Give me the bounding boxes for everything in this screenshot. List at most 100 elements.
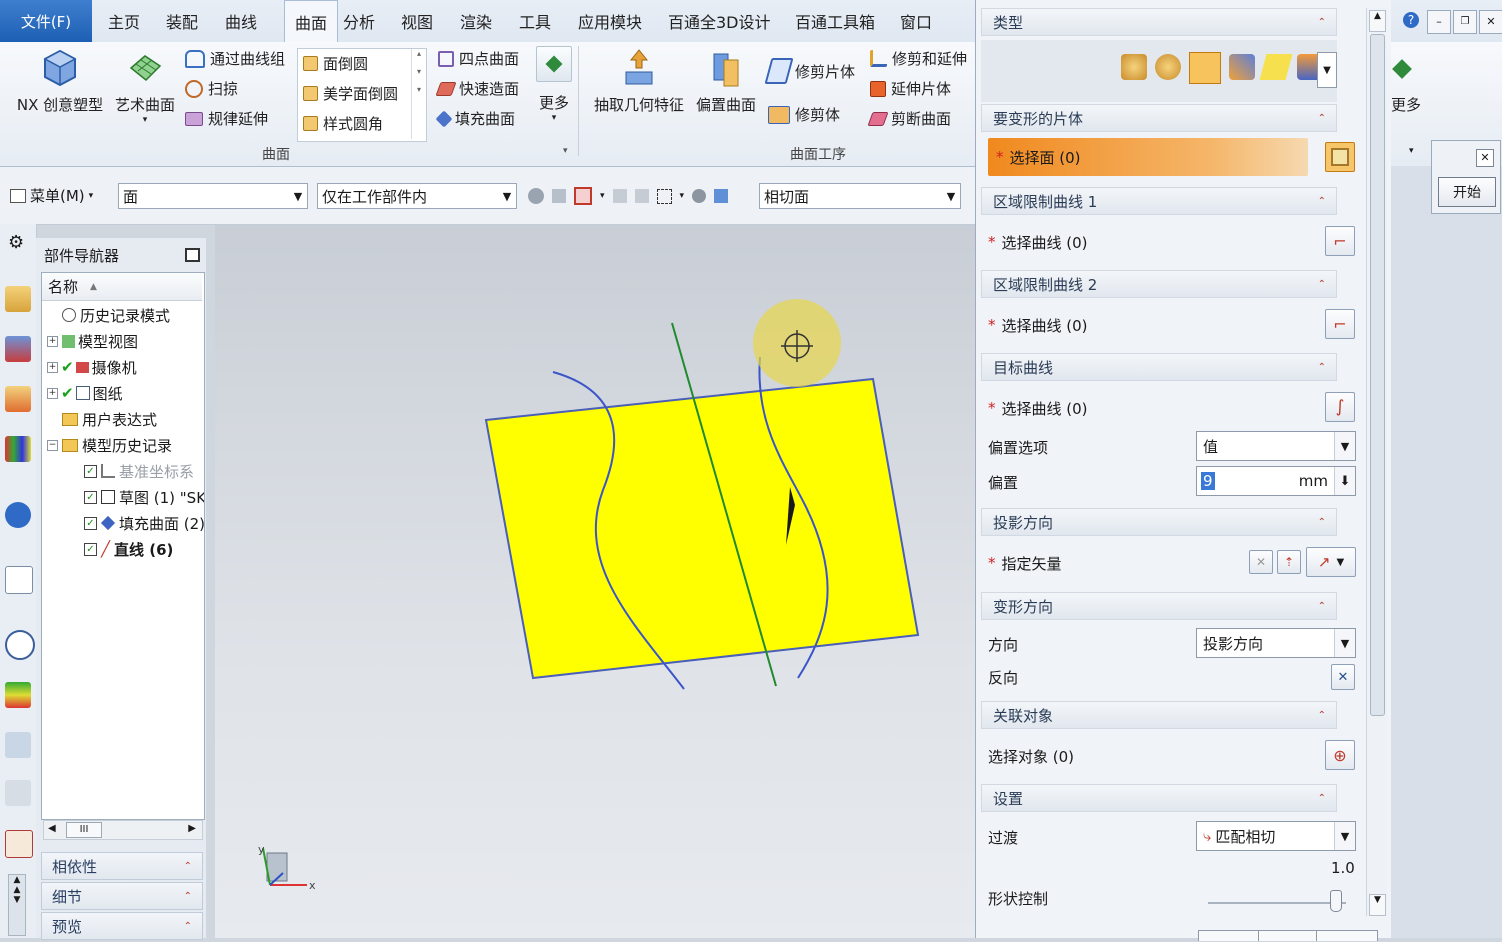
- shape-slider-thumb[interactable]: [1330, 890, 1342, 912]
- process-studio-icon[interactable]: [5, 732, 31, 758]
- strip-scroll[interactable]: ▲ ▲ ▼: [8, 874, 26, 936]
- aesthetic-blend-button[interactable]: 美学面倒圆: [303, 83, 398, 104]
- direction-select[interactable]: 投影方向 ▼: [1196, 628, 1356, 658]
- object-selector-button[interactable]: ⊕: [1325, 740, 1355, 770]
- tree-node[interactable]: 历史记录模式: [62, 302, 170, 328]
- scope-select[interactable]: 仅在工作部件内 ▼: [317, 183, 517, 209]
- tab-curve[interactable]: 曲线: [225, 0, 257, 42]
- divide-face-button[interactable]: 剪断曲面: [867, 108, 951, 129]
- four-point-surface-button[interactable]: 四点曲面: [438, 48, 519, 69]
- fill-surface-button[interactable]: 填充曲面: [435, 108, 515, 129]
- rect-select-icon[interactable]: [656, 188, 672, 204]
- snap-mid-icon[interactable]: [634, 189, 649, 203]
- offset-surface-button[interactable]: 偏置曲面: [692, 48, 760, 115]
- reuse-library-icon[interactable]: [5, 436, 31, 462]
- roles-icon[interactable]: [5, 780, 31, 806]
- trim-sheet-button[interactable]: 修剪片体: [764, 58, 855, 84]
- curve-selector-button[interactable]: ⌐: [1325, 309, 1355, 339]
- group-expand-icon[interactable]: ▾: [563, 146, 568, 156]
- nx-creative-button[interactable]: NX 创意塑型: [12, 48, 108, 115]
- tab-tools[interactable]: 工具: [519, 0, 551, 42]
- expand-icon[interactable]: +: [47, 387, 58, 399]
- select-box-icon[interactable]: [574, 187, 592, 205]
- trim-body-button[interactable]: 修剪体: [768, 104, 840, 125]
- type-option-icon[interactable]: [1155, 54, 1181, 80]
- close-icon[interactable]: ✕: [1479, 10, 1502, 34]
- snap-point-icon[interactable]: [552, 189, 566, 203]
- type-option-icon[interactable]: [1229, 54, 1255, 80]
- scroll-up-icon[interactable]: ▲: [1369, 10, 1386, 32]
- extract-geometry-button[interactable]: 抽取几何特征: [590, 48, 688, 115]
- offset-option-select[interactable]: 值 ▼: [1196, 431, 1356, 461]
- type-option-icon[interactable]: [1121, 54, 1147, 80]
- tree-node[interactable]: − 模型历史记录: [47, 432, 172, 458]
- file-menu[interactable]: 文件(F): [0, 0, 92, 42]
- palette-icon[interactable]: [5, 682, 31, 708]
- snap-mode-select[interactable]: 相切面 ▼: [759, 183, 961, 209]
- chevron-down-icon[interactable]: ▾: [680, 191, 685, 201]
- rapid-surface-button[interactable]: 快速造面: [435, 78, 519, 99]
- close-icon[interactable]: ✕: [1476, 149, 1494, 167]
- tab-baitong-toolbox[interactable]: 百通工具箱: [795, 0, 875, 42]
- tab-window[interactable]: 窗口: [900, 0, 932, 42]
- horizontal-scrollbar[interactable]: ◀ III ▶: [43, 820, 203, 840]
- section-settings[interactable]: 设置 ⌃: [981, 784, 1337, 812]
- shape-slider-track[interactable]: [1208, 902, 1346, 904]
- chevron-down-icon[interactable]: ▾: [143, 115, 148, 125]
- arrow-down-icon[interactable]: ⬇: [1334, 467, 1355, 495]
- style-blend-button[interactable]: 样式圆角: [303, 113, 383, 134]
- history-clock-icon[interactable]: [5, 630, 35, 660]
- checkbox-checked[interactable]: ✓: [84, 542, 97, 556]
- offset-input[interactable]: 9 mm ⬇: [1196, 466, 1356, 496]
- tree-node[interactable]: ✓ 草图 (1) "SK: [84, 484, 204, 510]
- more-button[interactable]: 更多 ▾: [533, 46, 575, 123]
- tree-node[interactable]: + ✔ 图纸: [47, 380, 123, 406]
- cube-icon[interactable]: [714, 189, 729, 203]
- pane-details[interactable]: 细节 ⌃: [41, 882, 203, 910]
- tree-node[interactable]: ✓ 填充曲面 (2): [84, 510, 204, 536]
- checkbox-checked[interactable]: ✓: [84, 464, 97, 478]
- type-option-icon[interactable]: [1259, 54, 1293, 80]
- menu-button[interactable]: 菜单(M) ▾: [10, 185, 93, 206]
- tree-node[interactable]: 用户表达式: [62, 406, 157, 432]
- tree-node[interactable]: ✓ ╱ 直线 (6): [84, 536, 173, 562]
- checkbox-checked[interactable]: ✓: [84, 516, 97, 530]
- tree-node[interactable]: ✓ 基准坐标系: [84, 458, 194, 484]
- start-button[interactable]: 开始: [1438, 177, 1496, 207]
- section-deform-direction[interactable]: 变形方向 ⌃: [981, 592, 1337, 620]
- art-surface-button[interactable]: 艺术曲面 ▾: [110, 48, 180, 125]
- section-projection[interactable]: 投影方向 ⌃: [981, 508, 1337, 536]
- expand-icon[interactable]: +: [47, 361, 58, 373]
- info-icon[interactable]: [5, 502, 31, 528]
- apply-button[interactable]: [1258, 930, 1320, 941]
- tab-view[interactable]: 视图: [401, 0, 433, 42]
- maximize-icon[interactable]: [185, 248, 200, 262]
- cancel-button[interactable]: [1316, 930, 1378, 941]
- target-curve-selector-button[interactable]: ∫: [1325, 392, 1355, 422]
- reverse-direction-button[interactable]: ✕: [1331, 664, 1355, 690]
- face-blend-button[interactable]: 面倒圆: [303, 53, 368, 74]
- tab-assembly[interactable]: 装配: [166, 0, 198, 42]
- extend-sheet-button[interactable]: 延伸片体: [870, 78, 951, 99]
- tab-home[interactable]: 主页: [108, 0, 140, 42]
- tree-node[interactable]: + ✔ 摄像机: [47, 354, 137, 380]
- transition-select[interactable]: ⤷ 匹配相切 ▼: [1196, 821, 1356, 851]
- tab-analysis[interactable]: 分析: [343, 0, 375, 42]
- constraint-navigator-icon[interactable]: [5, 336, 31, 362]
- tab-render[interactable]: 渲染: [460, 0, 492, 42]
- through-curves-button[interactable]: 通过曲线组: [185, 48, 285, 69]
- system-materials-icon[interactable]: [5, 830, 33, 858]
- tree-node[interactable]: + 模型视图: [47, 328, 138, 354]
- select-face-field[interactable]: * 选择面 (0): [988, 138, 1308, 176]
- section-target-curve[interactable]: 目标曲线 ⌃: [981, 353, 1337, 381]
- vector-dialog-button[interactable]: ⇡: [1277, 550, 1301, 574]
- graphics-viewport[interactable]: x y: [215, 225, 975, 938]
- part-navigator-icon[interactable]: [5, 386, 31, 412]
- tab-application[interactable]: 应用模块: [578, 0, 642, 42]
- section-region-curve-1[interactable]: 区域限制曲线 1 ⌃: [981, 187, 1337, 215]
- chevron-down-icon[interactable]: ▾: [600, 191, 605, 201]
- checkbox-checked[interactable]: ✓: [84, 490, 97, 504]
- settings-gear-icon[interactable]: ⚙: [8, 232, 24, 253]
- trim-extend-button[interactable]: 修剪和延伸: [870, 48, 967, 69]
- ok-button[interactable]: [1198, 930, 1260, 941]
